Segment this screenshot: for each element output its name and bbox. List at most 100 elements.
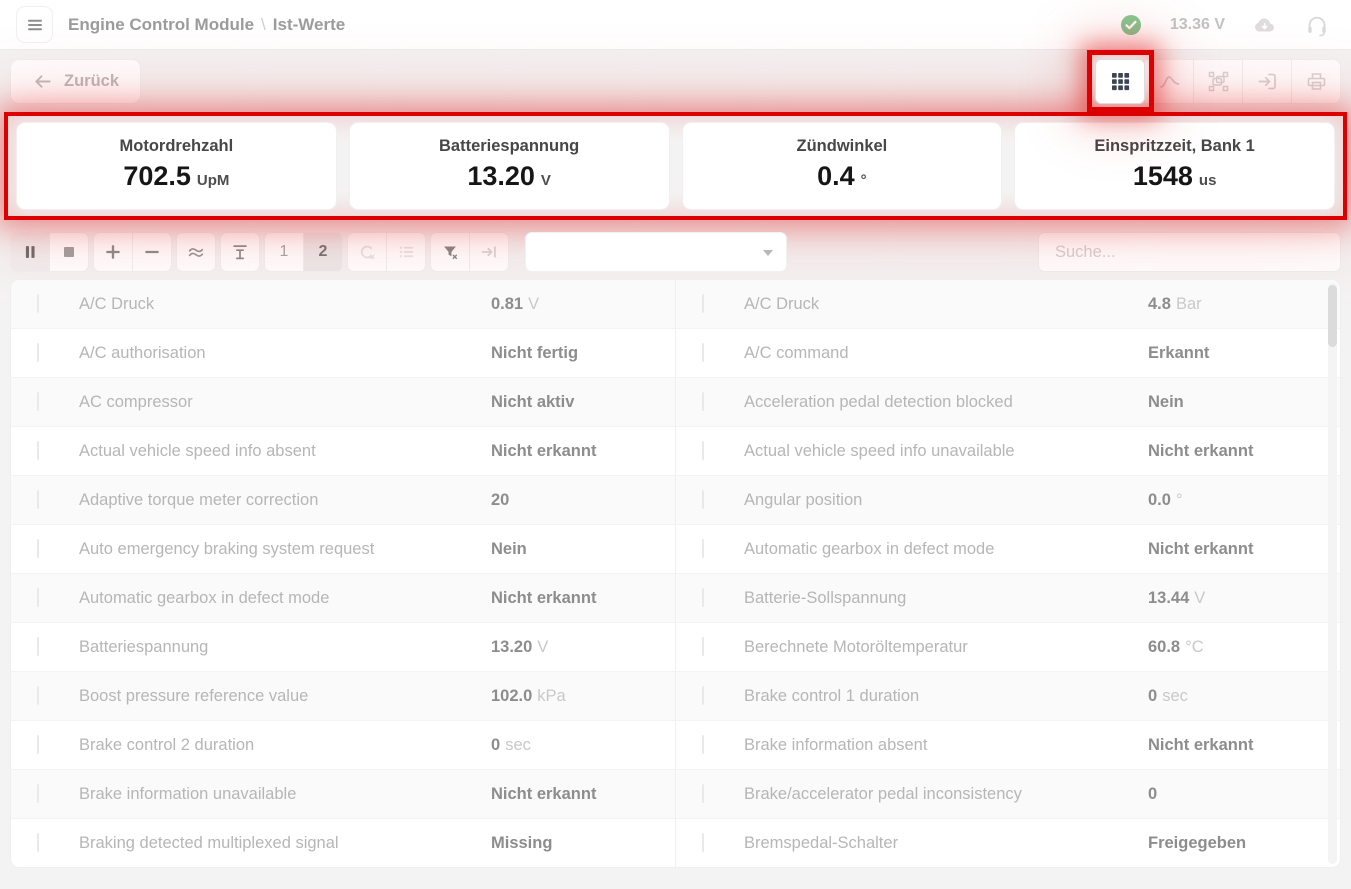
table-row[interactable]: AC compressor Nicht aktiv — [11, 378, 675, 427]
row-checkbox[interactable] — [37, 588, 39, 607]
param-unit: °C — [1185, 638, 1204, 656]
table-row[interactable]: Adaptive torque meter correction 20 — [11, 476, 675, 525]
view-switcher — [1096, 59, 1341, 104]
row-checkbox[interactable] — [37, 343, 39, 362]
back-button-label: Zurück — [64, 72, 119, 91]
param-value: Freigegeben — [1148, 834, 1340, 853]
card-label: Zündwinkel — [683, 137, 1002, 156]
headset-icon[interactable] — [1305, 13, 1329, 37]
row-checkbox[interactable] — [37, 392, 39, 411]
row-checkbox[interactable] — [37, 735, 39, 754]
row-checkbox[interactable] — [702, 294, 704, 313]
screenshot-button[interactable] — [1193, 59, 1243, 104]
filter-clear-button[interactable] — [430, 232, 470, 272]
table-row[interactable]: Brake/accelerator pedal inconsistency 0 — [676, 770, 1340, 819]
row-checkbox[interactable] — [37, 637, 39, 656]
cloud-download-icon[interactable] — [1252, 14, 1278, 36]
table-row[interactable]: Automatic gearbox in defect mode Nicht e… — [11, 574, 675, 623]
list-toolbar: 1 2 — [10, 232, 1341, 272]
row-checkbox[interactable] — [702, 343, 704, 362]
jump-end-button[interactable] — [469, 232, 509, 272]
stop-button[interactable] — [49, 232, 89, 272]
channel-dropdown[interactable] — [525, 232, 787, 272]
back-button[interactable]: Zurück — [10, 59, 141, 104]
table-row[interactable]: Angular position 0.0° — [676, 476, 1340, 525]
row-checkbox[interactable] — [702, 686, 704, 705]
list-view-button[interactable] — [386, 232, 426, 272]
table-row[interactable]: A/C Druck 0.81V — [11, 280, 675, 329]
table-row[interactable]: Bremspedal-Schalter Freigegeben — [676, 819, 1340, 868]
param-name: Acceleration pedal detection blocked — [744, 393, 1148, 412]
row-checkbox[interactable] — [37, 833, 39, 852]
table-row[interactable]: Boost pressure reference value 102.0kPa — [11, 672, 675, 721]
row-checkbox[interactable] — [702, 833, 704, 852]
param-unit: ° — [1176, 491, 1183, 509]
card-unit: ° — [861, 172, 867, 189]
row-checkbox[interactable] — [37, 686, 39, 705]
export-button[interactable] — [1242, 59, 1292, 104]
minus-icon — [142, 242, 162, 262]
table-row[interactable]: Brake control 1 duration 0sec — [676, 672, 1340, 721]
fit-height-button[interactable] — [220, 232, 260, 272]
param-unit: V — [528, 295, 539, 313]
chart-view-button[interactable] — [1144, 59, 1194, 104]
scrollbar[interactable] — [1328, 283, 1337, 864]
row-checkbox[interactable] — [37, 539, 39, 558]
card-label: Batteriespannung — [350, 137, 669, 156]
row-checkbox[interactable] — [702, 392, 704, 411]
table-row[interactable]: Braking detected multiplexed signal Miss… — [11, 819, 675, 868]
screenshot-icon — [1207, 70, 1230, 93]
table-row[interactable]: Brake control 2 duration 0sec — [11, 721, 675, 770]
metric-card-motordrehzahl: Motordrehzahl 702.5UpM — [16, 122, 337, 210]
row-checkbox[interactable] — [702, 735, 704, 754]
zoom-out-button[interactable] — [132, 232, 172, 272]
param-name: A/C command — [744, 344, 1148, 363]
card-value: 702.5UpM — [17, 163, 336, 190]
table-row[interactable]: Actual vehicle speed info unavailable Ni… — [676, 427, 1340, 476]
row-checkbox[interactable] — [37, 441, 39, 460]
param-value: Nein — [1148, 393, 1340, 412]
grid-view-button[interactable] — [1095, 59, 1145, 104]
table-row[interactable]: Brake information unavailable Nicht erka… — [11, 770, 675, 819]
check-circle-icon — [1119, 13, 1143, 37]
row-checkbox[interactable] — [37, 294, 39, 313]
grid-view-icon — [1110, 71, 1131, 92]
param-name: Batterie-Sollspannung — [744, 589, 1148, 608]
pause-button[interactable] — [10, 232, 50, 272]
zoom-in-button[interactable] — [93, 232, 133, 272]
smooth-icon — [186, 242, 206, 262]
row-checkbox[interactable] — [37, 490, 39, 509]
search-input[interactable] — [1038, 232, 1341, 272]
table-row[interactable]: A/C Druck 4.8Bar — [676, 280, 1340, 329]
print-icon — [1305, 70, 1328, 93]
param-value: Nicht erkannt — [1148, 540, 1340, 559]
row-checkbox[interactable] — [702, 588, 704, 607]
row-checkbox[interactable] — [702, 539, 704, 558]
row-checkbox[interactable] — [702, 441, 704, 460]
table-row[interactable]: Actual vehicle speed info absent Nicht e… — [11, 427, 675, 476]
page-1-button[interactable]: 1 — [264, 232, 304, 272]
table-row[interactable]: Auto emergency braking system request Ne… — [11, 525, 675, 574]
table-row[interactable]: A/C authorisation Nicht fertig — [11, 329, 675, 378]
row-checkbox[interactable] — [702, 784, 704, 803]
param-name: Actual vehicle speed info unavailable — [744, 442, 1148, 461]
table-row[interactable]: Batteriespannung 13.20V — [11, 623, 675, 672]
hamburger-menu-button[interactable] — [16, 6, 53, 43]
row-checkbox[interactable] — [702, 637, 704, 656]
smooth-button[interactable] — [176, 232, 216, 272]
scrollbar-thumb[interactable] — [1328, 285, 1337, 347]
table-row[interactable]: Automatic gearbox in defect mode Nicht e… — [676, 525, 1340, 574]
page-2-button[interactable]: 2 — [303, 232, 343, 272]
print-button[interactable] — [1291, 59, 1341, 104]
refresh-clear-button[interactable] — [347, 232, 387, 272]
table-row[interactable]: Brake information absent Nicht erkannt — [676, 721, 1340, 770]
param-name: A/C authorisation — [79, 344, 491, 363]
breadcrumb-separator: \ — [254, 15, 273, 35]
table-row[interactable]: Acceleration pedal detection blocked Nei… — [676, 378, 1340, 427]
table-row[interactable]: A/C command Erkannt — [676, 329, 1340, 378]
row-checkbox[interactable] — [702, 490, 704, 509]
table-row[interactable]: Berechnete Motoröltemperatur 60.8°C — [676, 623, 1340, 672]
table-row[interactable]: Batterie-Sollspannung 13.44V — [676, 574, 1340, 623]
row-checkbox[interactable] — [37, 784, 39, 803]
param-name: Braking detected multiplexed signal — [79, 834, 491, 853]
